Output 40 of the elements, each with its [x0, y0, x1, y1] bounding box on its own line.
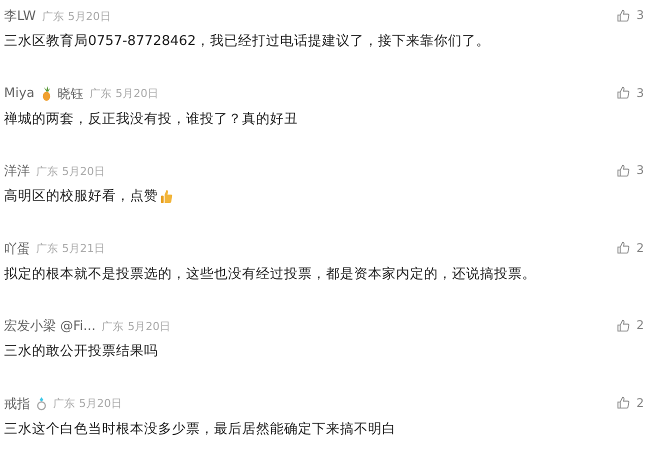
like-button[interactable]: 2 — [617, 318, 644, 332]
location: 广东 — [42, 8, 64, 24]
thumbs-up-icon — [617, 318, 630, 332]
location: 广东 — [90, 86, 112, 101]
thumbs-up-icon — [617, 8, 630, 22]
location: 广东 — [102, 318, 124, 334]
thumbs-up-icon — [617, 86, 630, 99]
comment-text: 三水的敢公开投票结果吗 — [4, 342, 158, 360]
comment-text: 三水这个白色当时根本没多少票，最后居然能确定下来搞不明白 — [4, 420, 396, 438]
author-name[interactable]: Miya — [4, 86, 34, 101]
comment-date: 5月20日 — [68, 8, 111, 24]
like-button[interactable]: 2 — [617, 240, 644, 254]
comment-date: 5月21日 — [62, 241, 105, 256]
thumbs-up-icon — [617, 396, 630, 409]
comment-text: 禅城的两套，反正我没有投，谁投了？真的好丑 — [4, 110, 298, 128]
location: 广东 — [53, 396, 75, 411]
like-button[interactable]: 3 — [617, 86, 644, 100]
author-name[interactable]: 洋洋 — [4, 162, 30, 180]
location: 广东 — [36, 241, 58, 256]
ring-icon — [36, 396, 47, 411]
author-name[interactable]: 宏发小梁 @Fi... — [4, 317, 96, 335]
comment-date: 5月20日 — [128, 318, 171, 334]
comment-date: 5月20日 — [116, 86, 158, 101]
pineapple-icon — [40, 86, 52, 101]
like-button[interactable]: 3 — [617, 8, 644, 22]
comment-text: 三水区教育局0757-87728462，我已经打过电话提建议了，接下来靠你们了。 — [4, 32, 490, 50]
comment-date: 5月20日 — [62, 164, 105, 178]
like-button[interactable]: 2 — [617, 396, 644, 410]
author-name[interactable]: 戒指 — [4, 394, 30, 412]
thumbs-up-icon — [160, 188, 173, 204]
comment-date: 5月20日 — [79, 396, 122, 411]
thumbs-up-icon — [617, 241, 630, 254]
comment-text: 拟定的根本就不是投票选的，这些也没有经过投票，都是资本家内定的，还说搞投票。 — [4, 264, 536, 282]
location: 广东 — [36, 164, 58, 178]
comment-text: 高明区的校服好看，点赞 — [4, 187, 158, 205]
thumbs-up-icon — [617, 164, 630, 176]
like-button[interactable]: 3 — [617, 163, 644, 177]
author-name[interactable]: 李LW — [4, 7, 36, 25]
author-name[interactable]: 晓钰 — [58, 84, 84, 102]
author-name[interactable]: 吖蛋 — [4, 240, 30, 258]
